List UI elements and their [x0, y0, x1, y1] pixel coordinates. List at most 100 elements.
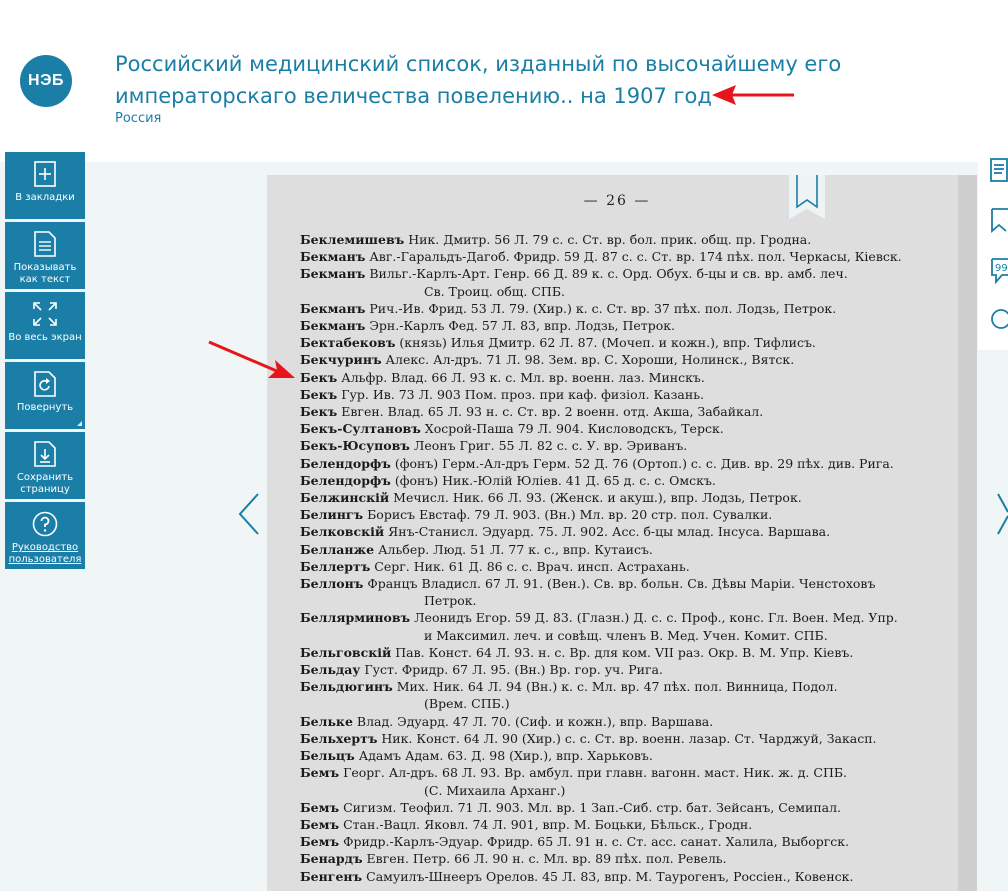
- directory-entry: Бемъ Сигизм. Теофил. 71 Л. 903. Мл. вр. …: [300, 799, 960, 816]
- entry-surname: Белковскій: [300, 524, 385, 540]
- entry-surname: Бемъ: [300, 765, 340, 781]
- entry-details: Сигизм. Теофил. 71 Л. 903. Мл. вр. 1 Зап…: [343, 799, 842, 815]
- entry-surname: Белланже: [300, 541, 375, 557]
- directory-entry: Беллертъ Серг. Ник. 61 Д. 86 с. с. Врач.…: [300, 558, 960, 575]
- rotate-button[interactable]: Повернуть: [5, 362, 85, 429]
- entry-surname: Белендорфъ: [300, 455, 391, 471]
- prev-page-chevron-icon[interactable]: [236, 490, 262, 538]
- entry-continuation: Петрок.: [424, 593, 477, 609]
- page-subtitle[interactable]: Россия: [115, 111, 161, 126]
- directory-entry: Бекманъ Авг.-Гаральдъ-Дагоб. Фридр. 59 Д…: [300, 248, 960, 265]
- directory-entry: Бенгенъ Самуилъ-Шнееръ Орелов. 45 Л. 83,…: [300, 868, 960, 885]
- directory-entries: Беклемишевъ Ник. Дмитр. 56 Л. 79 с. с. С…: [300, 231, 960, 885]
- next-page-chevron-icon[interactable]: [996, 490, 1008, 538]
- entry-details: Георг. Ал-дръ. 68 Л. 93. Вр. амбул. при …: [343, 765, 848, 781]
- entry-details: Вильг.-Карлъ-Арт. Генр. 66 Д. 89 к. с. О…: [369, 266, 848, 282]
- entry-surname: Бельке: [300, 713, 353, 729]
- notes-icon[interactable]: [990, 157, 1008, 183]
- entry-surname: Бельдюгинъ: [300, 679, 393, 695]
- entry-details: Ник. Дмитр. 56 Л. 79 с. с. Ст. вр. бол. …: [408, 232, 812, 247]
- entry-details: (фонъ) Ник.-Юлій Юліев. 41 Д. 65 д. с. с…: [394, 472, 716, 488]
- fullscreen-label: Во весь экран: [8, 332, 82, 343]
- entry-details: (князь) Илья Дмитр. 62 Л. 87. (Мочеп. и …: [399, 335, 816, 351]
- save-page-button[interactable]: Сохранить страницу: [5, 432, 85, 499]
- entry-surname: Бемъ: [300, 799, 340, 815]
- entry-surname: Бекъ: [300, 369, 338, 385]
- page-number: — 26 —: [583, 193, 651, 209]
- entry-surname: Бекъ: [300, 404, 338, 420]
- rotate-label: Повернуть: [16, 402, 74, 413]
- entry-surname: Беклемишевъ: [300, 232, 405, 247]
- entry-details: Альфр. Влад. 66 Л. 93 к. с. Мл. вр. воен…: [341, 369, 705, 385]
- entry-details: (фонъ) Герм.-Ал-дръ Герм. 52 Д. 76 (Орто…: [394, 455, 894, 471]
- entry-details: Альбер. Люд. 51 Л. 77 к. с., впр. Кутаис…: [378, 541, 653, 557]
- entry-surname: Бекманъ: [300, 249, 366, 265]
- user-guide-label: Руководство пользователя: [8, 542, 82, 565]
- entry-surname: Бекманъ: [300, 300, 366, 316]
- entry-surname: Беллонъ: [300, 576, 364, 592]
- entry-details: Густ. Фридр. 67 Л. 95. (Вн.) Вр. гор. уч…: [364, 662, 663, 678]
- entry-surname: Бектабековъ: [300, 335, 396, 351]
- red-arrow-icon: [712, 85, 794, 105]
- directory-entry: Бекъ Гур. Ив. 73 Л. 903 Пом. проз. при к…: [300, 386, 960, 403]
- entry-details: Ник. Конст. 64 Л. 90 (Хир.) с. с. Ст. вр…: [381, 730, 877, 746]
- fullscreen-button[interactable]: Во весь экран: [5, 292, 85, 359]
- red-arrow-icon: [208, 340, 295, 378]
- adjacent-page-edge: [958, 175, 977, 891]
- directory-entry: Бекъ Евген. Влад. 65 Л. 93 н. с. Ст. вр.…: [300, 403, 960, 420]
- search-icon[interactable]: [990, 308, 1008, 332]
- directory-entry: Беклемишевъ Ник. Дмитр. 56 Л. 79 с. с. С…: [300, 231, 960, 248]
- entry-continuation: (Врем. СПБ.): [424, 696, 510, 712]
- directory-entry: Бекъ-Султановъ Хосрой-Паша 79 Л. 904. Ки…: [300, 420, 960, 437]
- directory-entry: Бельке Влад. Эдуард. 47 Л. 70. (Сиф. и к…: [300, 713, 960, 730]
- directory-entry: Беллярминовъ Леонидъ Егор. 59 Д. 83. (Гл…: [300, 609, 960, 643]
- directory-entry: Бектабековъ (князь) Илья Дмитр. 62 Л. 87…: [300, 334, 960, 351]
- document-text-icon: [32, 230, 58, 258]
- directory-entry: Белланже Альбер. Люд. 51 Л. 77 к. с., вп…: [300, 541, 960, 558]
- show-as-text-label: Показывать как текст: [13, 262, 77, 285]
- entry-details: Леонидъ Егор. 59 Д. 83. (Глазн.) Д. с. с…: [414, 610, 898, 626]
- fullscreen-icon: [32, 300, 58, 328]
- user-guide-button[interactable]: Руководство пользователя: [5, 502, 85, 569]
- directory-entry: Бемъ Георг. Ал-дръ. 68 Л. 93. Вр. амбул.…: [300, 764, 960, 798]
- entry-surname: Бенгенъ: [300, 868, 363, 884]
- entry-surname: Бекчуринъ: [300, 352, 382, 368]
- page-bookmark-icon[interactable]: [787, 175, 827, 221]
- directory-entry: Бекчуринъ Алекс. Ал-дръ. 71 Л. 98. Зем. …: [300, 351, 960, 368]
- directory-entry: Бекъ-Юсуповъ Леонъ Григ. 55 Л. 82 с. с. …: [300, 437, 960, 454]
- entry-surname: Бекманъ: [300, 318, 366, 334]
- entry-surname: Бельхертъ: [300, 730, 378, 746]
- dropdown-corner-icon: [77, 421, 82, 426]
- entry-details: Мих. Ник. 64 Л. 94 (Вн.) к. с. Мл. вр. 4…: [396, 679, 838, 695]
- entry-surname: Белендорфъ: [300, 472, 391, 488]
- directory-entry: Белендорфъ (фонъ) Ник.-Юлій Юліев. 41 Д.…: [300, 472, 960, 489]
- svg-text:99: 99: [995, 263, 1008, 274]
- entry-surname: Бекъ-Юсуповъ: [300, 438, 410, 454]
- add-bookmark-label: В закладки: [15, 192, 75, 203]
- entry-details: Гур. Ив. 73 Л. 903 Пом. проз. при каф. ф…: [341, 386, 704, 402]
- entry-details: Авг.-Гаральдъ-Дагоб. Фридр. 59 Д. 87 с. …: [369, 249, 902, 265]
- entry-surname: Бельцъ: [300, 748, 355, 764]
- entry-details: Эрн.-Карлъ Фед. 57 Л. 83, впр. Лодзь, Пе…: [369, 318, 676, 334]
- entry-details: Самуилъ-Шнееръ Орелов. 45 Л. 83, впр. М.…: [366, 868, 854, 884]
- save-page-icon: [32, 440, 58, 468]
- entry-details: Адамъ Адам. 63. Д. 98 (Хир.), впр. Харьк…: [358, 748, 653, 764]
- entry-details: Серг. Ник. 61 Д. 86 с. с. Врач. инсп. Ас…: [374, 558, 690, 574]
- neb-logo[interactable]: НЭБ: [20, 55, 72, 107]
- entry-details: Янъ-Станисл. Эдуард. 75. Л. 902. Асс. б-…: [388, 524, 831, 540]
- bookmark-add-icon: [32, 160, 58, 188]
- show-as-text-button[interactable]: Показывать как текст: [5, 222, 85, 289]
- quotes-icon[interactable]: 99: [990, 257, 1008, 285]
- entry-details: Леонъ Григ. 55 Л. 82 с. с. У. вр. Эриван…: [413, 438, 688, 454]
- add-bookmark-button[interactable]: В закладки: [5, 152, 85, 219]
- directory-entry: Беллонъ Францъ Владисл. 67 Л. 91. (Вен.)…: [300, 575, 960, 609]
- entry-surname: Бекъ-Султановъ: [300, 421, 421, 437]
- directory-entry: Бельдау Густ. Фридр. 67 Л. 95. (Вн.) Вр.…: [300, 661, 960, 678]
- entry-details: Борисъ Евстаф. 79 Л. 903. (Вн.) Мл. вр. …: [367, 507, 773, 523]
- entry-details: Евген. Петр. 66 Л. 90 н. с. Мл. вр. 89 п…: [366, 851, 727, 867]
- bookmarks-icon[interactable]: [990, 207, 1008, 233]
- directory-entry: Бельдюгинъ Мих. Ник. 64 Л. 94 (Вн.) к. с…: [300, 678, 960, 712]
- entry-details: Алекс. Ал-дръ. 71 Л. 98. Зем. вр. С. Хор…: [385, 352, 795, 368]
- entry-surname: Белингъ: [300, 507, 364, 523]
- entry-details: Влад. Эдуард. 47 Л. 70. (Сиф. и кожн.), …: [356, 713, 714, 729]
